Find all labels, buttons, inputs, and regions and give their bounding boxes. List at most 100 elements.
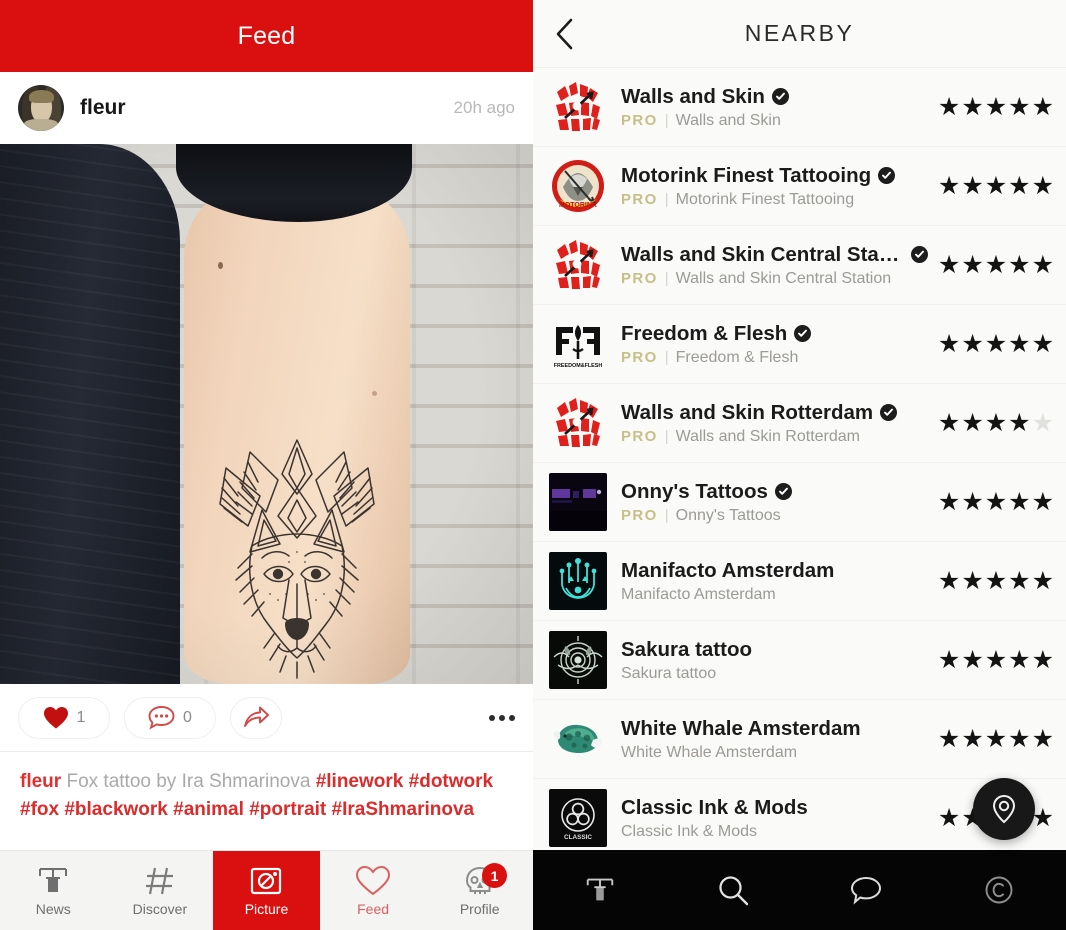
caption-text: Fox tattoo by Ira Shmarinova bbox=[66, 771, 311, 792]
list-item[interactable]: Sakura tattoo Sakura tattoo ★ ★ ★ ★ ★ bbox=[533, 621, 1066, 700]
bottom-tabbar bbox=[533, 850, 1066, 930]
post-image[interactable] bbox=[0, 144, 533, 684]
location-pin-icon bbox=[989, 793, 1019, 825]
feed-header: Feed bbox=[0, 0, 533, 72]
avatar[interactable] bbox=[18, 85, 64, 131]
shop-handle: Classic Ink & Mods bbox=[621, 822, 758, 840]
caption-username[interactable]: fleur bbox=[20, 771, 61, 792]
shop-handle: Onny's Tattoos bbox=[675, 506, 781, 524]
tab-discover[interactable]: Discover bbox=[107, 851, 214, 930]
walls-and-skin-logo bbox=[549, 78, 607, 136]
shop-name: Onny's Tattoos bbox=[621, 479, 768, 503]
dual-screenshot-container: Feed fleur 20h ago 1 0 fleur Fox tattoo … bbox=[0, 0, 1066, 930]
tab-label: News bbox=[35, 900, 71, 917]
shop-handle: Walls and Skin Rotterdam bbox=[675, 427, 860, 445]
list-item[interactable]: Walls and Skin PRO | Walls and Skin ★ ★ ★ ★… bbox=[533, 68, 1066, 147]
shop-name: Walls and Skin Central Station bbox=[621, 242, 904, 266]
rating-stars: ★★★★★ bbox=[937, 171, 1054, 200]
rating-stars: ★★★★★ bbox=[937, 487, 1054, 516]
caption-hashtag[interactable]: #IraShmarinova bbox=[332, 799, 475, 820]
tab-chat[interactable] bbox=[800, 850, 933, 930]
verified-badge-icon bbox=[774, 483, 792, 500]
camera-icon bbox=[249, 865, 283, 897]
tab-picture[interactable]: Picture bbox=[213, 851, 320, 930]
comment-button[interactable]: 0 bbox=[124, 696, 216, 739]
jeans-leg bbox=[0, 144, 180, 684]
nearby-screen: NEARBY Walls and Skin PRO | Walls and Sk… bbox=[533, 0, 1066, 930]
list-item[interactable]: Manifacto Amsterdam Manifacto Amsterdam … bbox=[533, 542, 1066, 621]
tab-label: Feed bbox=[357, 900, 390, 917]
copyright-circle-icon bbox=[982, 873, 1016, 907]
svg-text:MOTORINK: MOTORINK bbox=[559, 202, 597, 209]
separator: | bbox=[664, 349, 669, 366]
onnys-tattoos-photo bbox=[549, 473, 607, 531]
svg-text:CLASSIC: CLASSIC bbox=[564, 834, 592, 841]
rating-stars: ★★★★★ bbox=[937, 329, 1054, 358]
nearby-shop-list[interactable]: Walls and Skin PRO | Walls and Skin ★ ★ ★ ★… bbox=[533, 68, 1066, 850]
caption-hashtag[interactable]: #fox bbox=[20, 799, 59, 820]
pro-badge: PRO bbox=[621, 270, 658, 287]
like-button[interactable]: 1 bbox=[18, 696, 110, 739]
tab-copyright[interactable] bbox=[933, 850, 1066, 930]
pro-badge: PRO bbox=[621, 349, 658, 366]
shop-name: Walls and Skin bbox=[621, 84, 765, 108]
manifacto-logo bbox=[549, 552, 607, 610]
verified-badge-icon bbox=[880, 404, 898, 421]
tab-search[interactable] bbox=[666, 850, 799, 930]
caption-hashtag[interactable]: #dotwork bbox=[409, 771, 493, 792]
profile-notification-badge: 1 bbox=[481, 863, 507, 888]
shop-handle: Walls and Skin bbox=[675, 111, 781, 129]
tab-label: Discover bbox=[132, 900, 188, 917]
list-item[interactable]: Onny's Tattoos PRO | Onny's Tattoos ★ ★ ★ ★… bbox=[533, 463, 1066, 542]
caption-hashtag[interactable]: #linework bbox=[316, 771, 404, 792]
verified-badge-icon bbox=[910, 246, 928, 263]
tattoo-machine-icon bbox=[583, 874, 617, 906]
caption-hashtag[interactable]: #animal bbox=[173, 799, 244, 820]
separator: | bbox=[664, 428, 669, 445]
shop-handle: Manifacto Amsterdam bbox=[621, 585, 776, 603]
tab-label: Picture bbox=[244, 900, 289, 917]
location-fab-button[interactable] bbox=[973, 778, 1035, 840]
rating-stars: ★★★★★ bbox=[937, 566, 1054, 595]
freedom-and-flesh-logo: FREEDOM&FLESH bbox=[549, 315, 607, 373]
feed-header-title: Feed bbox=[237, 21, 296, 50]
post-actions: 1 0 bbox=[0, 684, 533, 752]
tab-news[interactable] bbox=[533, 850, 666, 930]
like-count: 1 bbox=[76, 708, 86, 726]
share-arrow-icon bbox=[243, 706, 270, 730]
tab-feed[interactable]: Feed bbox=[320, 851, 427, 930]
post-caption: fleur Fox tattoo by Ira Shmarinova #line… bbox=[0, 752, 533, 850]
nearby-header: NEARBY bbox=[533, 0, 1066, 68]
pro-badge: PRO bbox=[621, 191, 658, 208]
rating-stars: ★★★★★ bbox=[937, 408, 1054, 437]
separator: | bbox=[664, 507, 669, 524]
fox-tattoo-artwork bbox=[190, 434, 404, 684]
shop-name: White Whale Amsterdam bbox=[621, 716, 861, 740]
shop-handle: Sakura tattoo bbox=[621, 664, 717, 682]
list-item[interactable]: MOTORINK Motorink Finest Tattooing PRO |… bbox=[533, 147, 1066, 226]
heart-icon bbox=[43, 706, 69, 730]
verified-badge-icon bbox=[878, 167, 896, 184]
walls-and-skin-logo bbox=[549, 394, 607, 452]
list-item[interactable]: FREEDOM&FLESH Freedom & Flesh PRO | Free… bbox=[533, 305, 1066, 384]
list-item[interactable]: Walls and Skin Central Station PRO | Wal… bbox=[533, 226, 1066, 305]
caption-hashtag[interactable]: #portrait bbox=[249, 799, 326, 820]
more-options-icon[interactable] bbox=[489, 714, 515, 721]
post-username[interactable]: fleur bbox=[80, 96, 126, 120]
shop-handle: Motorink Finest Tattooing bbox=[675, 190, 855, 208]
pro-badge: PRO bbox=[621, 112, 658, 129]
verified-badge-icon bbox=[771, 88, 789, 105]
rating-stars: ★★★★★ bbox=[937, 645, 1054, 674]
tattoo-machine-icon bbox=[35, 865, 71, 897]
list-item[interactable]: Walls and Skin Rotterdam PRO | Walls and… bbox=[533, 384, 1066, 463]
tab-news[interactable]: News bbox=[0, 851, 107, 930]
heart-outline-icon bbox=[355, 865, 391, 897]
page-title: NEARBY bbox=[744, 20, 855, 46]
motorink-logo: MOTORINK bbox=[549, 157, 607, 215]
rating-stars: ★★★★★ bbox=[937, 250, 1054, 279]
rating-stars: ★★★★★ bbox=[937, 724, 1054, 753]
share-button[interactable] bbox=[230, 696, 282, 739]
caption-hashtag[interactable]: #blackwork bbox=[64, 799, 168, 820]
list-item[interactable]: White Whale Amsterdam White Whale Amster… bbox=[533, 700, 1066, 779]
tab-profile[interactable]: Profile 1 bbox=[426, 851, 533, 930]
